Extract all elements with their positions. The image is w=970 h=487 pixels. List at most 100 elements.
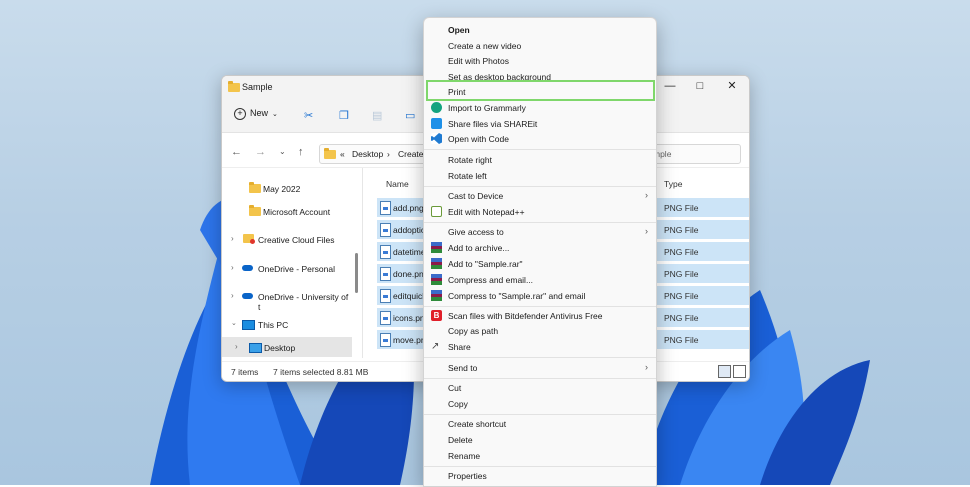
menu-item-label: Give access to [448,227,504,237]
nav-item-label: Microsoft Account [263,207,331,217]
folder-icon [249,205,261,216]
menu-item-create-video[interactable]: Create a new video [424,38,656,54]
menu-item-notepadpp[interactable]: Edit with Notepad++ [424,204,656,220]
nav-scrollbar[interactable] [355,253,358,293]
nav-item-label: Creative Cloud Files [258,235,335,245]
chevron-right-icon[interactable]: › [231,263,234,272]
menu-item-shareit[interactable]: Share files via SHAREit [424,116,656,132]
menu-item-label: Import to Grammarly [448,103,526,113]
address-input[interactable]: « Desktop › Createo [319,144,431,164]
menu-separator [424,149,656,150]
file-type: PNG File [664,335,699,345]
item-count: 7 items [231,367,259,377]
chevron-right-icon: › [645,190,648,200]
column-header-name[interactable]: Name [386,179,409,189]
chevron-right-icon[interactable]: › [235,342,238,351]
close-button[interactable]: ✕ [722,78,742,94]
menu-item-edit-photos[interactable]: Edit with Photos [424,53,656,69]
chevron-down-icon: ⌄ [272,111,278,118]
folder-icon [228,81,240,92]
menu-item-compress-sample-email[interactable]: Compress to "Sample.rar" and email [424,288,656,304]
up-arrow-icon[interactable]: ↑ [298,146,304,158]
menu-item-open[interactable]: Open [424,22,656,38]
pc-icon [242,320,255,330]
menu-item-cast-device[interactable]: Cast to Device › [424,188,656,204]
image-file-icon [380,333,391,347]
breadcrumb-separator: › [387,149,390,159]
recent-chevron-icon[interactable]: ⌄ [279,147,286,156]
notepadpp-icon [431,206,442,217]
column-header-type[interactable]: Type [664,179,682,189]
navigation-pane: May 2022 Microsoft Account › Creative Cl… [222,168,362,358]
file-type: PNG File [664,269,699,279]
menu-item-label: Edit with Notepad++ [448,207,525,217]
cut-icon[interactable]: ✂ [304,109,313,122]
maximize-button[interactable]: □ [690,78,710,94]
breadcrumb-desktop[interactable]: Desktop [352,149,383,159]
details-view-icon[interactable] [718,365,731,378]
menu-separator [424,306,656,307]
menu-item-label: Edit with Photos [448,56,509,66]
menu-item-copy[interactable]: Copy [424,396,656,412]
menu-separator [424,378,656,379]
nav-item-label: Desktop [264,343,296,353]
menu-item-label: Delete [448,435,473,445]
nav-item-onedrive-personal[interactable]: › OneDrive - Personal [222,258,352,278]
menu-item-share[interactable]: ↗ Share [424,339,656,355]
menu-item-add-sample-rar[interactable]: Add to "Sample.rar" [424,256,656,272]
back-arrow-icon[interactable]: ← [231,146,242,158]
menu-item-add-archive[interactable]: Add to archive... [424,240,656,256]
image-file-icon [380,201,391,215]
creative-cloud-icon [243,234,255,244]
menu-item-label: Create a new video [448,41,522,51]
menu-item-create-shortcut[interactable]: Create shortcut [424,416,656,432]
menu-item-label: Compress to "Sample.rar" and email [448,291,586,301]
menu-item-compress-email[interactable]: Compress and email... [424,272,656,288]
folder-icon [249,182,261,193]
image-file-icon [380,223,391,237]
copy-icon[interactable]: ❐ [339,109,349,122]
menu-item-copy-path[interactable]: Copy as path [424,323,656,339]
menu-separator [424,222,656,223]
menu-item-label: Copy [448,399,468,409]
rename-icon[interactable]: ▭ [405,109,415,122]
nav-item-microsoft-account[interactable]: Microsoft Account [222,201,352,221]
onedrive-icon [242,265,253,271]
new-button[interactable]: + New ⌄ [234,108,278,120]
menu-item-label: Cast to Device [448,191,504,201]
chevron-right-icon[interactable]: › [231,291,234,300]
vscode-glyph [431,133,442,144]
forward-arrow-icon[interactable]: → [255,146,266,158]
menu-item-give-access[interactable]: Give access to › [424,224,656,240]
nav-item-this-pc[interactable]: ⌄ This PC [222,314,352,334]
paste-icon[interactable]: ▤ [372,109,382,122]
file-type: PNG File [664,203,699,213]
tiles-view-icon[interactable] [733,365,746,378]
menu-item-open-code[interactable]: Open with Code [424,131,656,147]
nav-item-onedrive-university[interactable]: › OneDrive - University of t [222,286,352,312]
selection-info: 7 items selected 8.81 MB [273,367,369,377]
menu-separator [424,186,656,187]
nav-item-may-2022[interactable]: May 2022 [222,178,352,198]
nav-item-desktop[interactable]: › Desktop [222,337,352,357]
menu-item-label: Add to "Sample.rar" [448,259,523,269]
menu-item-rotate-right[interactable]: Rotate right [424,152,656,168]
minimize-button[interactable]: — [660,78,680,94]
menu-item-bitdefender-scan[interactable]: B Scan files with Bitdefender Antivirus F… [424,308,656,324]
file-type: PNG File [664,247,699,257]
menu-item-grammarly[interactable]: Import to Grammarly [424,100,656,116]
nav-item-label: May 2022 [263,184,301,194]
file-name: move.pn [393,335,426,345]
menu-item-rename[interactable]: Rename [424,448,656,464]
menu-item-send-to[interactable]: Send to › [424,360,656,376]
menu-item-properties[interactable]: Properties [424,468,656,484]
menu-item-delete[interactable]: Delete [424,432,656,448]
chevron-right-icon[interactable]: › [231,234,234,243]
winrar-icon [431,258,442,269]
nav-item-creative-cloud-files[interactable]: › Creative Cloud Files [222,229,352,249]
chevron-down-icon[interactable]: ⌄ [231,319,237,327]
menu-item-cut[interactable]: Cut [424,380,656,396]
breadcrumb-overflow[interactable]: « [340,149,345,159]
file-type: PNG File [664,313,699,323]
menu-item-rotate-left[interactable]: Rotate left [424,168,656,184]
